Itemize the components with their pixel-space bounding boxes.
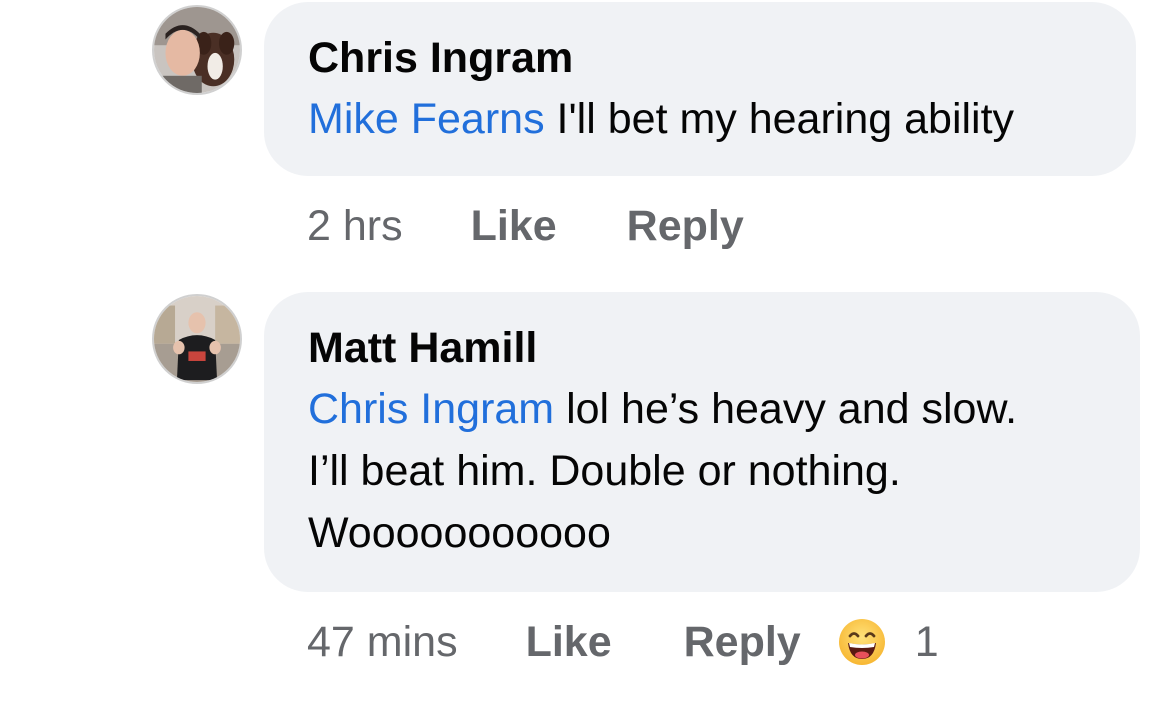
avatar[interactable]	[152, 5, 242, 95]
profile-photo-icon	[154, 7, 240, 93]
comment-text-line: lol he’s heavy and slow.	[554, 385, 1018, 433]
reply-button[interactable]: Reply	[627, 202, 744, 251]
reaction-count: 1	[914, 617, 939, 666]
profile-photo-icon	[154, 296, 240, 382]
avatar[interactable]	[152, 294, 242, 384]
comment-bubble[interactable]: Matt Hamill Chris Ingram lol he’s heavy …	[264, 292, 1140, 592]
like-button[interactable]: Like	[526, 618, 612, 667]
comment-actions: 2 hrs Like Reply	[307, 196, 744, 256]
comment-text-content: I'll bet my hearing ability	[544, 95, 1015, 143]
mention-link[interactable]: Chris Ingram	[308, 385, 554, 433]
comment-actions: 47 mins Like Reply 1	[307, 612, 939, 672]
comment-text-line: I’ll beat him. Double or nothing.	[308, 447, 901, 495]
timestamp[interactable]: 2 hrs	[307, 202, 403, 251]
reply-button[interactable]: Reply	[684, 618, 801, 667]
grinning-face-emoji-icon	[838, 619, 885, 665]
comment-text: Mike Fearns I'll bet my hearing ability	[308, 88, 1092, 150]
mention-link[interactable]: Mike Fearns	[308, 95, 545, 143]
timestamp[interactable]: 47 mins	[307, 618, 458, 667]
comment-author[interactable]: Chris Ingram	[308, 32, 1092, 84]
like-button[interactable]: Like	[471, 202, 557, 251]
comment-text-line: Wooooooooooo	[308, 509, 611, 557]
reaction-summary[interactable]: 1	[837, 617, 939, 667]
comment-author[interactable]: Matt Hamill	[308, 322, 1096, 374]
comment-text: Chris Ingram lol he’s heavy and slow. I’l…	[308, 378, 1096, 564]
comment-bubble[interactable]: Chris Ingram Mike Fearns I'll bet my hea…	[264, 2, 1136, 176]
